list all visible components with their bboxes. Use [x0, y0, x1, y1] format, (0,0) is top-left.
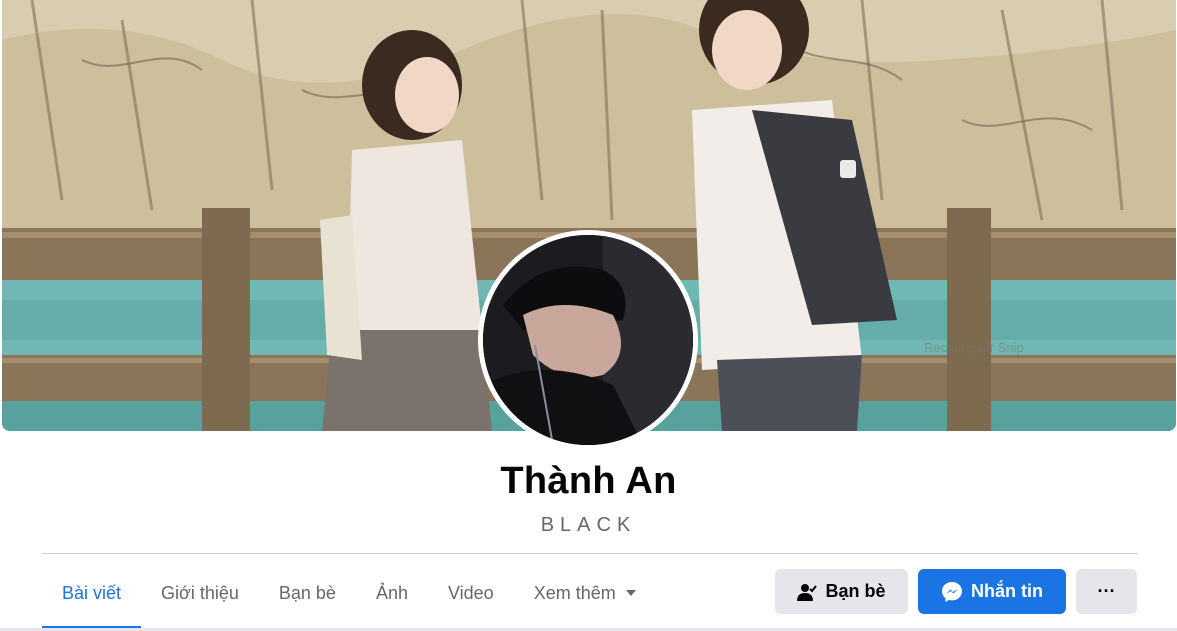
- tab-label: Bạn bè: [278, 582, 336, 603]
- tab-label: Video: [447, 582, 494, 603]
- friends-button[interactable]: Bạn bè: [775, 569, 908, 614]
- profile-tabs: Bài viết Giới thiệu Bạn bè Ảnh Video Xem…: [42, 560, 656, 630]
- tab-label: Ảnh: [375, 582, 408, 603]
- tab-posts[interactable]: Bài viết: [42, 560, 142, 629]
- profile-subtitle: BLACK: [540, 514, 637, 536]
- header-divider: [42, 553, 1138, 554]
- profile-name: Thành An: [500, 460, 677, 502]
- message-button-label: Nhắn tin: [971, 581, 1043, 601]
- tab-photos[interactable]: Ảnh: [356, 560, 428, 626]
- tab-videos[interactable]: Video: [428, 560, 514, 626]
- tab-about[interactable]: Giới thiệu: [141, 560, 259, 626]
- message-button[interactable]: Nhắn tin: [918, 569, 1066, 614]
- friends-button-label: Bạn bè: [825, 581, 886, 601]
- more-dots-icon: ···: [1097, 581, 1116, 601]
- friend-check-icon: [797, 582, 818, 602]
- messenger-icon: [941, 581, 963, 603]
- profile-avatar[interactable]: [478, 230, 698, 450]
- tab-friends[interactable]: Bạn bè: [259, 560, 356, 626]
- avatar-photo: [483, 235, 693, 445]
- tab-label: Xem thêm: [533, 582, 616, 603]
- caret-down-icon: [625, 590, 636, 596]
- tab-label: Bài viết: [62, 582, 122, 603]
- tab-label: Giới thiệu: [161, 582, 239, 603]
- profile-actions: Bạn bè Nhắn tin ···: [775, 569, 1137, 614]
- snip-overlay-label: Rectangular Snip: [924, 340, 1024, 355]
- more-options-button[interactable]: ···: [1076, 569, 1137, 614]
- tab-more[interactable]: Xem thêm: [514, 560, 656, 626]
